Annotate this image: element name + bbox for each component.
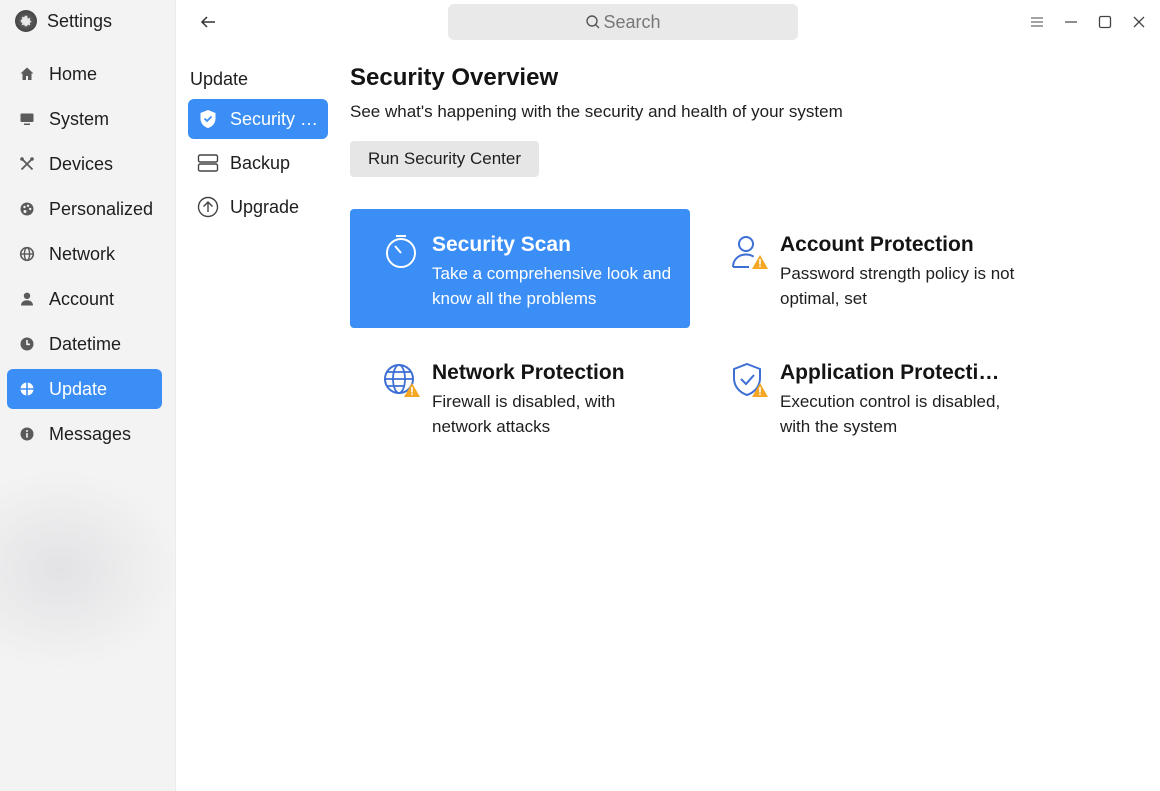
- scan-timer-icon: [386, 235, 416, 268]
- subnav-item-backup[interactable]: Backup: [188, 143, 328, 183]
- palette-icon: [19, 201, 35, 217]
- app-title: Settings: [47, 10, 113, 31]
- hamburger-menu-icon: [1031, 17, 1043, 27]
- shield-check-warning-icon: [733, 362, 768, 397]
- sidebar-item-label: Personalized: [49, 198, 154, 219]
- subnav-item-label: Upgrade: [230, 196, 300, 217]
- subnav-title: Update: [190, 69, 249, 89]
- card-security-scan[interactable]: Security Scan Take a comprehensive look …: [350, 209, 690, 328]
- card-title: Account Protection: [780, 233, 974, 256]
- globe-warning-icon: [384, 364, 420, 397]
- search-input[interactable]: Search: [448, 4, 798, 40]
- sidebar-item-network[interactable]: Network: [7, 234, 162, 274]
- card-description: Take a comprehensive look and know all t…: [432, 264, 672, 308]
- sidebar-item-home[interactable]: Home: [7, 54, 162, 94]
- settings-window: Settings Home System Devices Personalize…: [0, 0, 1160, 791]
- sidebar-item-messages[interactable]: Messages: [7, 414, 162, 454]
- card-application-protection[interactable]: Application Protecti… Execution control …: [698, 337, 1038, 456]
- sidebar-item-label: Account: [49, 288, 115, 309]
- sidebar-item-label: Update: [49, 378, 108, 399]
- subnav-item-label: Backup: [230, 152, 291, 173]
- subnav: Security C… Backup Upgrade: [188, 99, 328, 231]
- card-description: Execution control is disabled, with the …: [780, 392, 1001, 436]
- sidebar-item-label: Messages: [49, 423, 132, 444]
- clock-icon: [19, 336, 35, 352]
- subnav-item-label: Security C…: [230, 108, 328, 129]
- arrow-left-icon: [200, 16, 215, 28]
- card-description: Password strength policy is not optimal,…: [780, 264, 1015, 308]
- sidebar-item-account[interactable]: Account: [7, 279, 162, 319]
- sidebar-background: [0, 470, 180, 670]
- update-icon: [19, 381, 35, 397]
- sidebar-item-system[interactable]: System: [7, 99, 162, 139]
- card-title: Security Scan: [432, 233, 571, 256]
- sidebar-item-personalized[interactable]: Personalized: [7, 189, 162, 229]
- upgrade-icon: [196, 195, 220, 219]
- sidebar-item-datetime[interactable]: Datetime: [7, 324, 162, 364]
- sidebar-item-label: Home: [49, 63, 98, 84]
- run-security-center-button[interactable]: Run Security Center: [350, 141, 539, 177]
- sidebar-item-devices[interactable]: Devices: [7, 144, 162, 184]
- card-title: Application Protecti…: [780, 361, 1000, 384]
- home-icon: [19, 66, 35, 82]
- sidebar-nav: Home System Devices Personalized Network…: [7, 54, 162, 459]
- card-account-protection[interactable]: Account Protection Password strength pol…: [698, 209, 1038, 328]
- subnav-item-security-center[interactable]: Security C…: [188, 99, 328, 139]
- search-placeholder: Search: [603, 11, 661, 32]
- close-icon: [1133, 16, 1145, 28]
- maximize-icon: [1098, 15, 1112, 29]
- maximize-button[interactable]: [1096, 10, 1114, 34]
- menu-button[interactable]: [1028, 10, 1046, 34]
- globe-icon: [19, 246, 35, 262]
- sidebar-item-label: System: [49, 108, 110, 129]
- window-controls: [1028, 10, 1148, 34]
- sidebar-item-label: Network: [49, 243, 116, 264]
- info-icon: [19, 426, 35, 442]
- sidebar: Settings Home System Devices Personalize…: [0, 0, 180, 791]
- sidebar-item-label: Devices: [49, 153, 114, 174]
- account-warning-icon: [732, 236, 768, 269]
- sidebar-item-update[interactable]: Update: [7, 369, 162, 409]
- page-subtitle: See what's happening with the security a…: [350, 102, 843, 121]
- settings-gear-icon: [15, 10, 37, 32]
- tools-icon: [19, 156, 35, 172]
- back-button[interactable]: [196, 10, 220, 34]
- minimize-button[interactable]: [1062, 10, 1080, 34]
- monitor-icon: [19, 111, 35, 127]
- shield-icon: [196, 107, 220, 131]
- card-title: Network Protection: [432, 361, 625, 384]
- card-network-protection[interactable]: Network Protection Firewall is disabled,…: [350, 337, 690, 456]
- backup-icon: [196, 151, 220, 175]
- search-icon: [586, 15, 600, 29]
- close-button[interactable]: [1130, 10, 1148, 34]
- page-title: Security Overview: [350, 64, 559, 91]
- user-icon: [19, 291, 35, 307]
- sidebar-item-label: Datetime: [49, 333, 122, 354]
- app-title-bar: Settings: [15, 8, 112, 34]
- subnav-item-upgrade[interactable]: Upgrade: [188, 187, 328, 227]
- minimize-icon: [1065, 21, 1077, 23]
- card-description: Firewall is disabled, with network attac…: [432, 392, 616, 436]
